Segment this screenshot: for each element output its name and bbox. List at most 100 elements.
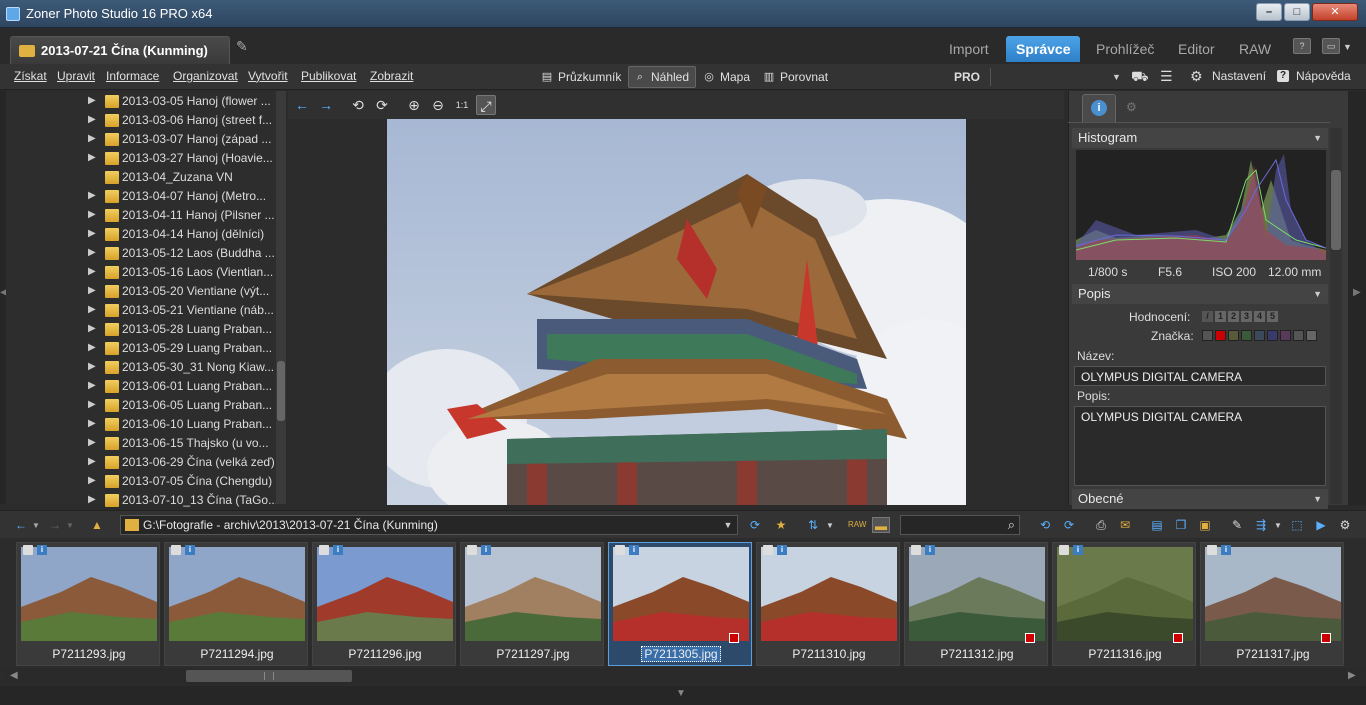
export-icon[interactable]: ⇶ [1252, 517, 1270, 533]
info-scroll-thumb[interactable] [1331, 170, 1341, 250]
expand-arrow-icon[interactable]: ▶ [88, 456, 96, 467]
edit-icon[interactable]: ✎ [236, 38, 254, 56]
folder-tree-item[interactable]: ▶ 2013-04-14 Hanoj (dělníci) [6, 225, 276, 244]
histogram-header[interactable]: Histogram ▼ [1072, 128, 1328, 148]
tag-color-2[interactable] [1228, 330, 1239, 341]
zoom-out-icon[interactable]: ⊖ [428, 95, 448, 115]
rotate-left-icon[interactable]: ⟲ [348, 95, 368, 115]
collapse-right-icon[interactable]: ▶ [1353, 287, 1361, 298]
view-nahled[interactable]: ⌕ Náhled [628, 66, 697, 88]
folder-tree-item[interactable]: ▶ 2013-05-29 Luang Praban... [6, 339, 276, 358]
menu-informace[interactable]: Informace [106, 69, 159, 83]
close-button[interactable]: ✕ [1312, 3, 1358, 21]
batch-edit-icon[interactable]: ✎ [1228, 517, 1246, 533]
folder-tree-item[interactable]: ▶ 2013-05-20 Vientiane (výt... [6, 282, 276, 301]
expand-arrow-icon[interactable]: ▶ [88, 437, 96, 448]
thumbnail[interactable]: i P7211310.jpg [756, 542, 900, 666]
folder-tree-item[interactable]: ▶ 2013-03-07 Hanoj (západ ... [6, 130, 276, 149]
more-dropdown-icon[interactable]: ▼ [1112, 72, 1121, 82]
actual-size-icon[interactable]: 1:1 [452, 95, 472, 115]
view-mapa[interactable]: ◎ Mapa [698, 66, 756, 88]
rating-clear[interactable]: / [1202, 311, 1213, 322]
email-icon[interactable]: ✉ [1116, 517, 1134, 533]
expand-arrow-icon[interactable]: ▶ [88, 114, 96, 125]
rating-1[interactable]: 1 [1215, 311, 1226, 322]
expand-arrow-icon[interactable]: ▶ [88, 247, 96, 258]
info-tab[interactable]: i [1082, 94, 1116, 122]
menu-vytvorit[interactable]: Vytvořit [248, 69, 288, 83]
forward-arrow-icon[interactable]: → [46, 517, 64, 533]
folder-tree-item[interactable]: ▶ 2013-06-10 Luang Praban... [6, 415, 276, 434]
folder-tree-item[interactable]: 2013-04_Zuzana VN [6, 168, 276, 187]
tag-color-7[interactable] [1293, 330, 1304, 341]
gear-icon[interactable]: ⚙ [1190, 68, 1203, 85]
cart-icon[interactable]: ⛟ [1131, 68, 1149, 87]
expand-arrow-icon[interactable]: ▶ [88, 399, 96, 410]
copy-icon[interactable]: ❐ [1172, 517, 1190, 533]
expand-arrow-icon[interactable]: ▶ [88, 323, 96, 334]
tag-color-6[interactable] [1280, 330, 1291, 341]
path-input[interactable]: G:\Fotografie - archiv\2013\2013-07-21 Č… [120, 515, 738, 535]
folder-tree-item[interactable]: ▶ 2013-05-30_31 Nong Kiaw... [6, 358, 276, 377]
menu-zobrazit[interactable]: Zobrazit [370, 69, 413, 83]
expand-arrow-icon[interactable]: ▶ [88, 95, 96, 106]
rating-3[interactable]: 3 [1241, 311, 1252, 322]
thumbnail[interactable]: i P7211293.jpg [16, 542, 160, 666]
module-import[interactable]: Import [939, 36, 999, 62]
screen-icon[interactable]: ? [1293, 38, 1311, 54]
forward-dropdown-icon[interactable]: ▼ [66, 521, 74, 530]
thumbnail[interactable]: i P7211297.jpg [460, 542, 604, 666]
expand-arrow-icon[interactable]: ▶ [88, 304, 96, 315]
expand-arrow-icon[interactable]: ▶ [88, 380, 96, 391]
view-pruzkumnik[interactable]: ▤ Průzkumník [536, 66, 627, 88]
scroll-left-icon[interactable]: ◀ [10, 670, 18, 681]
next-arrow-icon[interactable]: → [316, 95, 336, 115]
view-porovnat[interactable]: ▥ Porovnat [758, 66, 834, 88]
refresh-icon[interactable]: ⟳ [746, 517, 764, 533]
module-raw[interactable]: RAW [1229, 36, 1281, 62]
expand-arrow-icon[interactable]: ▶ [88, 285, 96, 296]
back-dropdown-icon[interactable]: ▼ [32, 521, 40, 530]
thumbnail[interactable]: i P7211316.jpg [1052, 542, 1196, 666]
rating-4[interactable]: 4 [1254, 311, 1265, 322]
menu-publikovat[interactable]: Publikovat [301, 69, 356, 83]
rating-5[interactable]: 5 [1267, 311, 1278, 322]
tag-color-3[interactable] [1241, 330, 1252, 341]
expand-arrow-icon[interactable]: ▶ [88, 342, 96, 353]
thumbnail[interactable]: i P7211317.jpg [1200, 542, 1344, 666]
expand-arrow-icon[interactable]: ▶ [88, 361, 96, 372]
folder-tree-item[interactable]: ▶ 2013-03-06 Hanoj (street f... [6, 111, 276, 130]
expand-arrow-icon[interactable]: ▶ [88, 190, 96, 201]
tag-color-4[interactable] [1254, 330, 1265, 341]
layout-icon[interactable]: ▭ [1322, 38, 1340, 54]
folder-tree-item[interactable]: ▶ 2013-06-01 Luang Praban... [6, 377, 276, 396]
folder-tree-item[interactable]: ▶ 2013-04-11 Hanoj (Pilsner ... [6, 206, 276, 225]
folder-tree-item[interactable]: ▶ 2013-06-29 Čína (velká zeď) [6, 453, 276, 472]
scroll-right-icon[interactable]: ▶ [1348, 670, 1356, 681]
export-dropdown-icon[interactable]: ▼ [1274, 521, 1282, 530]
back-arrow-icon[interactable]: ← [12, 517, 30, 533]
zoom-in-icon[interactable]: ⊕ [404, 95, 424, 115]
document-tab[interactable]: 2013-07-21 Čína (Kunming) [10, 36, 230, 64]
folder-tree-item[interactable]: ▶ 2013-03-27 Hanoj (Hoavie... [6, 149, 276, 168]
preview-photo[interactable] [387, 119, 966, 505]
expand-arrow-icon[interactable]: ▶ [88, 266, 96, 277]
folder-up-icon[interactable]: ▲ [88, 517, 106, 533]
print-icon[interactable]: ⎙ [1092, 517, 1110, 533]
rating-2[interactable]: 2 [1228, 311, 1239, 322]
desc-field[interactable]: OLYMPUS DIGITAL CAMERA [1074, 406, 1326, 486]
module-spravce[interactable]: Správce [1006, 36, 1081, 62]
fit-screen-icon[interactable]: ⤢ [476, 95, 496, 115]
rotate-right-icon[interactable]: ⟳ [1060, 517, 1078, 533]
tag-color-5[interactable] [1267, 330, 1278, 341]
exif-tab-icon[interactable]: ⚙ [1126, 100, 1137, 114]
menu-upravit[interactable]: Upravit [57, 69, 95, 83]
folder-tree-item[interactable]: ▶ 2013-05-12 Laos (Buddha ... [6, 244, 276, 263]
thumbnail[interactable]: i P7211312.jpg [904, 542, 1048, 666]
folder-tree-item[interactable]: ▶ 2013-04-07 Hanoj (Metro... [6, 187, 276, 206]
menu-organizovat[interactable]: Organizovat [173, 69, 238, 83]
expand-arrow-icon[interactable]: ▶ [88, 475, 96, 486]
rotate-right-icon[interactable]: ⟳ [372, 95, 392, 115]
right-panel-edge[interactable]: ▶ [1348, 91, 1366, 505]
slideshow-icon[interactable]: ▶ [1312, 517, 1330, 533]
